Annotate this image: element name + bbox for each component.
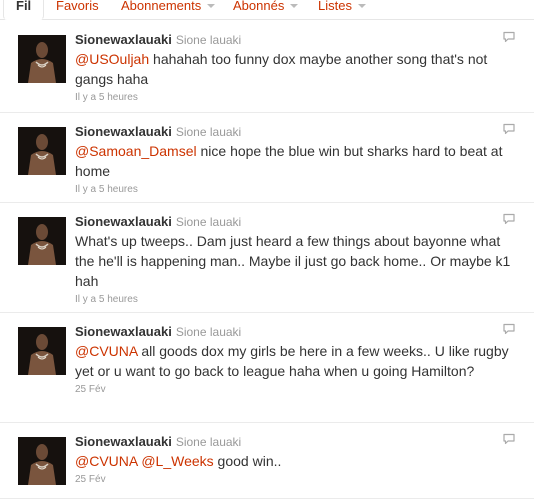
tweet-item: Sionewaxlauaki Sione lauaki @Samoan_Damse… bbox=[0, 112, 534, 203]
timeline-tabs: Fil Favoris Abonnements Abonnés Listes bbox=[0, 0, 534, 20]
full-name: Sione lauaki bbox=[175, 33, 242, 47]
screen-name[interactable]: Sionewaxlauaki bbox=[75, 324, 172, 339]
tweet-timestamp[interactable]: Il y a 5 heures bbox=[75, 183, 515, 197]
tweet-text-part: What's up tweeps.. Dam just heard a few … bbox=[75, 233, 511, 289]
tweet-timestamp[interactable]: 25 Fév bbox=[75, 383, 515, 397]
screen-name[interactable]: Sionewaxlauaki bbox=[75, 124, 172, 139]
tweet-text-part: all goods dox my girls be here in a few … bbox=[75, 343, 509, 379]
avatar[interactable] bbox=[18, 217, 66, 265]
reply-icon[interactable] bbox=[502, 323, 516, 335]
tweet-text: @CVUNA all goods dox my girls be here in… bbox=[75, 341, 515, 381]
tweet-header: Sionewaxlauaki Sione lauaki bbox=[75, 214, 515, 230]
mention-link[interactable]: @CVUNA bbox=[75, 343, 137, 359]
full-name: Sione lauaki bbox=[175, 325, 242, 339]
avatar[interactable] bbox=[18, 35, 66, 83]
tweet-timestamp[interactable]: 25 Fév bbox=[75, 473, 515, 487]
tab-favoris[interactable]: Favoris bbox=[56, 0, 99, 19]
tab-label: Fil bbox=[16, 0, 32, 13]
tweet-content: Sionewaxlauaki Sione lauaki @CVUNA all go… bbox=[75, 324, 515, 397]
mention-link[interactable]: @Samoan_Damsel bbox=[75, 143, 197, 159]
tab-label: Listes bbox=[318, 0, 352, 13]
chevron-down-icon bbox=[357, 4, 366, 8]
screen-name[interactable]: Sionewaxlauaki bbox=[75, 214, 172, 229]
chevron-down-icon bbox=[290, 4, 299, 8]
tweet-timestamp[interactable]: Il y a 5 heures bbox=[75, 293, 515, 307]
tweet-text: What's up tweeps.. Dam just heard a few … bbox=[75, 231, 515, 291]
tweet-item: Sionewaxlauaki Sione lauaki @CVUNA all go… bbox=[0, 312, 534, 423]
tweet-item: Sionewaxlauaki Sione lauaki @USOuljah hah… bbox=[0, 20, 534, 113]
tab-abonnes[interactable]: Abonnés bbox=[233, 0, 299, 19]
mention-link[interactable]: @L_Weeks bbox=[141, 453, 213, 469]
tweet-text: @USOuljah hahahah too funny dox maybe an… bbox=[75, 49, 515, 89]
tab-abonnements[interactable]: Abonnements bbox=[121, 0, 216, 19]
tweet-header: Sionewaxlauaki Sione lauaki bbox=[75, 434, 515, 450]
tweet-text: @CVUNA @L_Weeks good win.. bbox=[75, 451, 515, 471]
tweet-content: Sionewaxlauaki Sione lauaki What's up twe… bbox=[75, 214, 515, 307]
full-name: Sione lauaki bbox=[175, 435, 242, 449]
avatar[interactable] bbox=[18, 327, 66, 375]
full-name: Sione lauaki bbox=[175, 125, 242, 139]
screen-name[interactable]: Sionewaxlauaki bbox=[75, 32, 172, 47]
tweet-timestamp[interactable]: Il y a 5 heures bbox=[75, 91, 515, 105]
tweet-item: Sionewaxlauaki Sione lauaki @CVUNA @L_Wee… bbox=[0, 422, 534, 499]
avatar[interactable] bbox=[18, 127, 66, 175]
tweet-header: Sionewaxlauaki Sione lauaki bbox=[75, 124, 515, 140]
tweet-content: Sionewaxlauaki Sione lauaki @Samoan_Damse… bbox=[75, 124, 515, 197]
tweet-header: Sionewaxlauaki Sione lauaki bbox=[75, 324, 515, 340]
mention-link[interactable]: @USOuljah bbox=[75, 51, 149, 67]
full-name: Sione lauaki bbox=[175, 215, 242, 229]
tab-fil[interactable]: Fil bbox=[3, 0, 45, 20]
avatar[interactable] bbox=[18, 437, 66, 485]
tweet-content: Sionewaxlauaki Sione lauaki @CVUNA @L_Wee… bbox=[75, 434, 515, 487]
tweet-header: Sionewaxlauaki Sione lauaki bbox=[75, 32, 515, 48]
tweet-content: Sionewaxlauaki Sione lauaki @USOuljah hah… bbox=[75, 32, 515, 105]
tab-label: Abonnements bbox=[121, 0, 202, 13]
reply-icon[interactable] bbox=[502, 213, 516, 225]
mention-link[interactable]: @CVUNA bbox=[75, 453, 137, 469]
reply-icon[interactable] bbox=[502, 123, 516, 135]
tab-label: Abonnés bbox=[233, 0, 285, 13]
tab-label: Favoris bbox=[56, 0, 99, 13]
tab-listes[interactable]: Listes bbox=[318, 0, 366, 19]
screen-name[interactable]: Sionewaxlauaki bbox=[75, 434, 172, 449]
tweet-item: Sionewaxlauaki Sione lauaki What's up twe… bbox=[0, 202, 534, 313]
tweet-text: @Samoan_Damsel nice hope the blue win bu… bbox=[75, 141, 515, 181]
chevron-down-icon bbox=[207, 4, 216, 8]
reply-icon[interactable] bbox=[502, 31, 516, 43]
tweet-text-part: good win.. bbox=[213, 453, 282, 469]
reply-icon[interactable] bbox=[502, 433, 516, 445]
